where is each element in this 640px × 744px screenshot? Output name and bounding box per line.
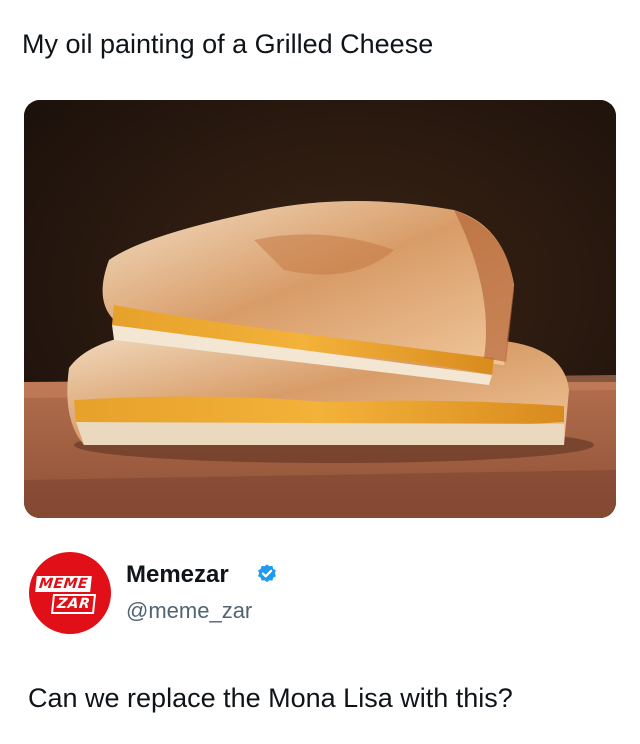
verified-badge-icon <box>258 564 276 583</box>
tweet-text: Can we replace the Mona Lisa with this? <box>28 683 513 713</box>
painting-image <box>24 100 616 518</box>
user-handle[interactable]: @meme_zar <box>126 597 252 625</box>
post-title: My oil painting of a Grilled Cheese <box>22 29 434 59</box>
avatar[interactable]: MEME ZAR <box>29 552 111 634</box>
avatar-logo-meme: MEME <box>35 576 92 592</box>
display-name[interactable]: Memezar <box>126 560 229 590</box>
grilled-cheese-painting[interactable] <box>24 100 616 518</box>
avatar-logo-zar: ZAR <box>50 594 97 614</box>
